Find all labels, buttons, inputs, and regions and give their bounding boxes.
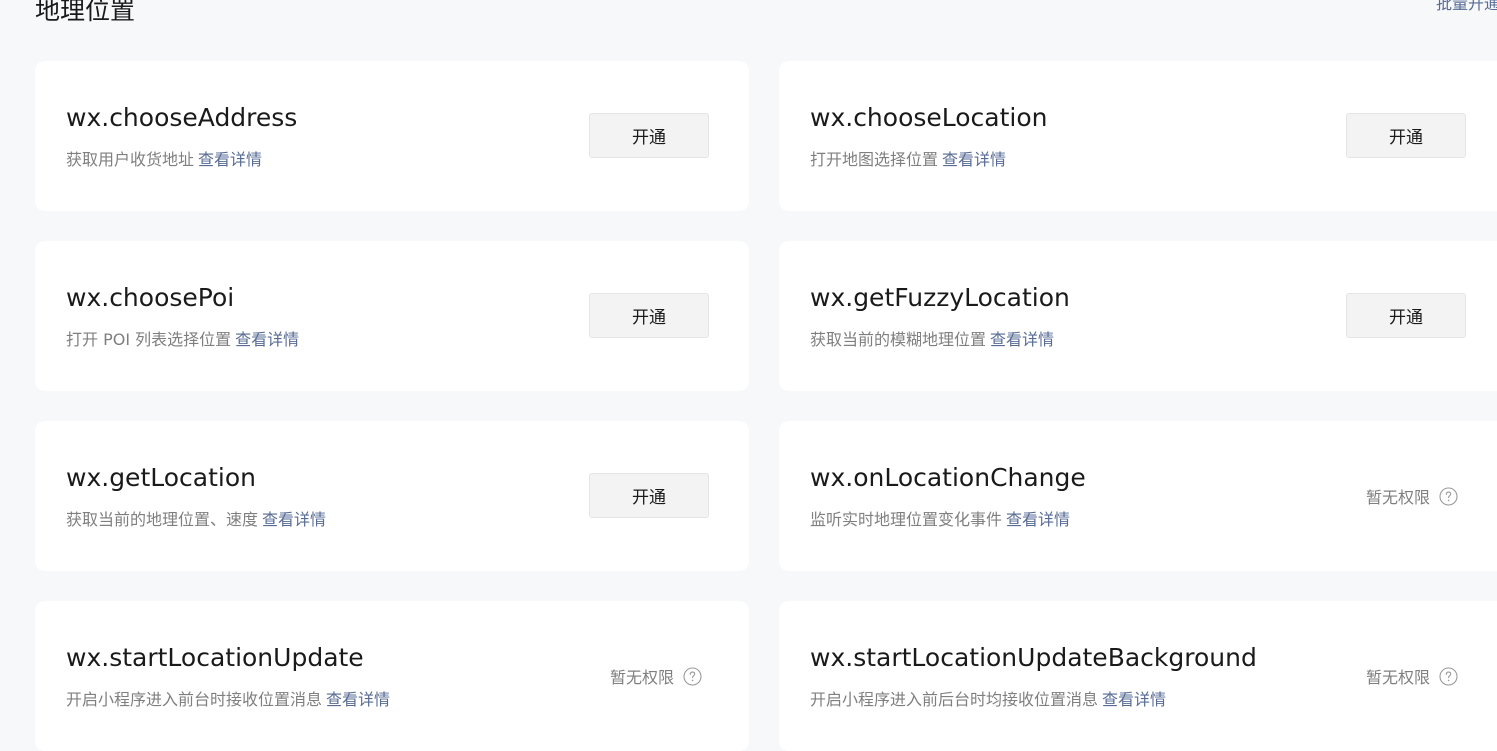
api-description: 打开 POI 列表选择位置 查看详情 (66, 329, 299, 351)
view-details-link[interactable]: 查看详情 (198, 150, 262, 169)
view-details-link[interactable]: 查看详情 (942, 150, 1006, 169)
api-name: wx.chooseAddress (66, 103, 298, 132)
api-description-text: 开启小程序进入前台时接收位置消息 (66, 690, 323, 709)
section-title: 地理位置 (35, 0, 136, 25)
api-description: 开启小程序进入前后台时均接收位置消息 查看详情 (810, 689, 1166, 711)
enable-button[interactable]: 开通 (589, 473, 709, 518)
no-permission-label: 暂无权限 (1366, 668, 1431, 687)
api-description-text: 获取当前的模糊地理位置 (810, 330, 987, 349)
api-name: wx.choosePoi (66, 283, 235, 312)
view-details-link[interactable]: 查看详情 (1006, 510, 1070, 529)
api-card-start-location-update-background: wx.startLocationUpdateBackground 开启小程序进入… (779, 601, 1497, 751)
api-description: 获取当前的地理位置、速度 查看详情 (66, 509, 326, 531)
question-circle-icon[interactable] (1439, 486, 1458, 506)
api-card-choose-poi: wx.choosePoi 打开 POI 列表选择位置 查看详情 开通 (35, 241, 749, 391)
api-description-text: 开启小程序进入前后台时均接收位置消息 (810, 690, 1099, 709)
api-description-text: 获取当前的地理位置、速度 (66, 510, 259, 529)
api-description: 监听实时地理位置变化事件 查看详情 (810, 509, 1070, 531)
api-card-choose-location: wx.chooseLocation 打开地图选择位置 查看详情 开通 (779, 61, 1497, 211)
api-name: wx.chooseLocation (810, 103, 1048, 132)
api-card-start-location-update: wx.startLocationUpdate 开启小程序进入前台时接收位置消息查… (35, 601, 749, 751)
api-description-text: 获取用户收货地址 (66, 150, 195, 169)
api-description-text: 打开 POI 列表选择位置 (66, 330, 232, 349)
api-card-get-location: wx.getLocation 获取当前的地理位置、速度 查看详情 开通 (35, 421, 749, 571)
question-circle-icon[interactable] (1439, 666, 1458, 686)
no-permission-status: 暂无权限 (1366, 664, 1458, 688)
enable-button[interactable]: 开通 (589, 293, 709, 338)
api-description: 获取当前的模糊地理位置 查看详情 (810, 329, 1054, 351)
api-name: wx.startLocationUpdateBackground (810, 643, 1257, 672)
api-name: wx.startLocationUpdate (66, 643, 364, 672)
api-card-on-location-change: wx.onLocationChange 监听实时地理位置变化事件 查看详情 暂无权… (779, 421, 1497, 571)
enable-button[interactable]: 开通 (589, 113, 709, 158)
api-name: wx.getLocation (66, 463, 256, 492)
question-circle-icon[interactable] (683, 666, 702, 686)
view-details-link[interactable]: 查看详情 (262, 510, 326, 529)
api-name: wx.getFuzzyLocation (810, 283, 1070, 312)
no-permission-status: 暂无权限 (610, 664, 702, 688)
api-description: 打开地图选择位置 查看详情 (810, 149, 1006, 171)
api-name: wx.onLocationChange (810, 463, 1086, 492)
api-card-get-fuzzy-location: wx.getFuzzyLocation 获取当前的模糊地理位置 查看详情 开通 (779, 241, 1497, 391)
view-details-link[interactable]: 查看详情 (990, 330, 1054, 349)
view-details-link[interactable]: 查看详情 (326, 690, 390, 709)
batch-enable-link[interactable]: 批量开通 (1436, 0, 1497, 15)
no-permission-label: 暂无权限 (1366, 488, 1431, 507)
no-permission-label: 暂无权限 (610, 668, 675, 687)
enable-button[interactable]: 开通 (1346, 293, 1466, 338)
api-description-text: 打开地图选择位置 (810, 150, 939, 169)
api-description-text: 监听实时地理位置变化事件 (810, 510, 1003, 529)
api-card-choose-address: wx.chooseAddress 获取用户收货地址 查看详情 开通 (35, 61, 749, 211)
no-permission-status: 暂无权限 (1366, 484, 1458, 508)
view-details-link[interactable]: 查看详情 (1102, 690, 1166, 709)
view-details-link[interactable]: 查看详情 (235, 330, 299, 349)
enable-button[interactable]: 开通 (1346, 113, 1466, 158)
api-description: 获取用户收货地址 查看详情 (66, 149, 262, 171)
api-description: 开启小程序进入前台时接收位置消息 查看详情 (66, 689, 390, 711)
